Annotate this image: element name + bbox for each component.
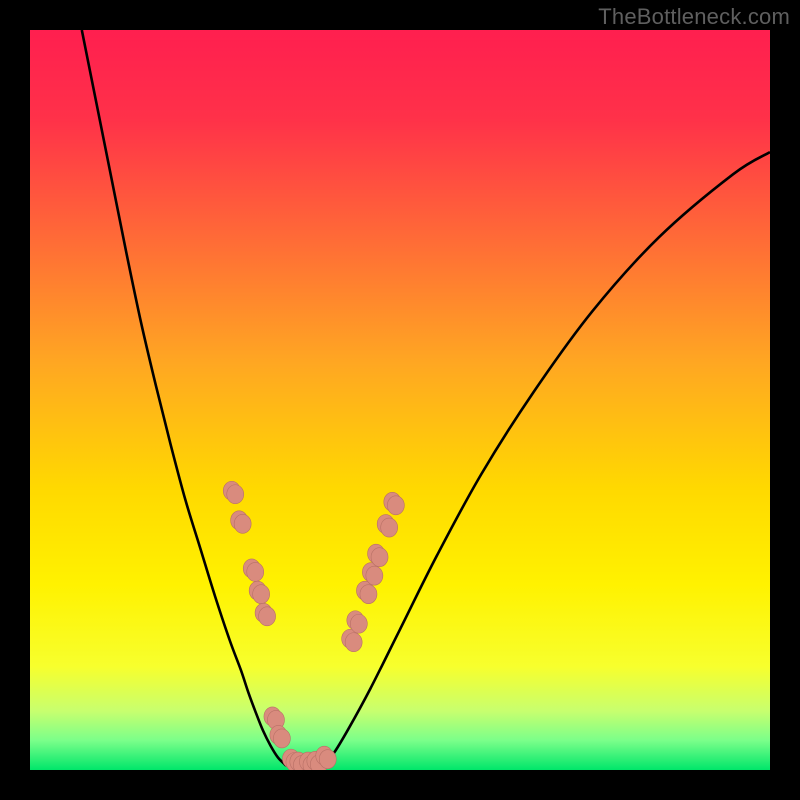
marker-dot <box>350 614 367 633</box>
marker-dot <box>371 548 388 567</box>
chart-svg <box>30 30 770 770</box>
chart-frame: TheBottleneck.com <box>0 0 800 800</box>
marker-dot <box>247 562 264 581</box>
marker-dot <box>234 514 251 533</box>
marker-dot <box>319 750 336 769</box>
marker-group <box>223 481 404 770</box>
marker-dot <box>273 729 290 748</box>
marker-dot <box>259 607 276 626</box>
marker-dot <box>360 585 377 604</box>
plot-area <box>30 30 770 770</box>
marker-dot <box>253 585 270 604</box>
marker-dot <box>381 518 398 537</box>
marker-dot <box>227 485 244 504</box>
marker-dot <box>345 633 362 652</box>
watermark-text: TheBottleneck.com <box>598 4 790 30</box>
bottleneck-curve <box>82 30 770 769</box>
marker-dot <box>366 566 383 585</box>
marker-dot <box>387 496 404 515</box>
